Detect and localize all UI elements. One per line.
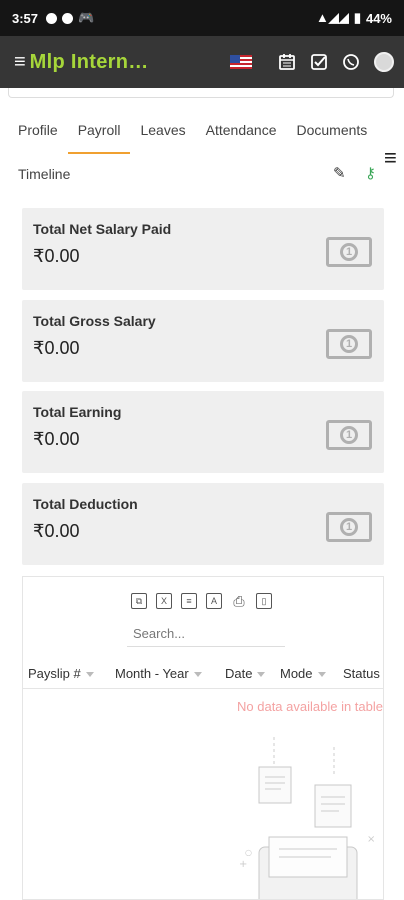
menu-icon[interactable]: ≡: [14, 51, 26, 74]
sort-icon: [85, 672, 94, 677]
summary-card-deduction: Total Deduction ₹0.00 1: [22, 483, 384, 565]
side-menu-icon[interactable]: ≡: [384, 145, 397, 171]
summary-card-value: ₹0.00: [33, 246, 80, 266]
battery-icon: ▮: [353, 10, 361, 25]
status-bar: 3:57 🎮 ▲◢◢ ▮ 44%: [0, 0, 404, 36]
svg-text:+: +: [239, 859, 247, 870]
columns-icon[interactable]: ▯: [256, 593, 272, 609]
column-header-status[interactable]: Status: [338, 653, 383, 688]
summary-card-label: Total Gross Salary: [33, 313, 156, 329]
column-header-month-year[interactable]: Month - Year: [110, 653, 220, 688]
signal-icon: ▲◢◢: [315, 10, 349, 25]
gamepad-icon: 🎮: [78, 10, 95, 25]
app-bar: ≡ Mlp Intern…: [0, 36, 404, 88]
excel-icon[interactable]: X: [156, 593, 172, 609]
summary-card-gross-salary: Total Gross Salary ₹0.00 1: [22, 300, 384, 382]
column-header-payslip[interactable]: Payslip #: [23, 653, 110, 688]
summary-card-value: ₹0.00: [33, 338, 80, 358]
us-flag-icon[interactable]: [230, 55, 252, 69]
export-toolbar: ⧉ X ≡ A ⎙ ▯: [131, 593, 272, 609]
avatar[interactable]: [374, 52, 394, 72]
column-header-date[interactable]: Date: [220, 653, 275, 688]
money-icon: 1: [326, 237, 372, 267]
tab-documents[interactable]: Documents: [286, 114, 377, 154]
summary-card-value: ₹0.00: [33, 521, 80, 541]
tab-attendance[interactable]: Attendance: [196, 114, 287, 154]
app-title: Mlp Intern…: [29, 50, 149, 73]
chat-icon: [62, 12, 74, 24]
money-icon: 1: [326, 329, 372, 359]
whatsapp-icon[interactable]: [342, 53, 360, 71]
battery-level: 44%: [365, 10, 392, 26]
key-icon[interactable]: ⚷: [365, 164, 376, 182]
status-time: 3:57: [12, 10, 39, 26]
pencil-icon[interactable]: ✎: [333, 164, 346, 182]
sort-icon: [257, 672, 266, 677]
search-input[interactable]: [127, 621, 285, 647]
summary-card-label: Total Net Salary Paid: [33, 221, 172, 237]
summary-card-earning: Total Earning ₹0.00 1: [22, 391, 384, 473]
profile-card-edge: [8, 88, 394, 98]
checkbox-icon[interactable]: [310, 53, 328, 71]
svg-text:×: ×: [367, 834, 375, 845]
tab-profile[interactable]: Profile: [8, 114, 68, 154]
summary-card-label: Total Deduction: [33, 496, 138, 512]
tab-leaves[interactable]: Leaves: [130, 114, 195, 154]
empty-state-illustration-icon: + × ○: [239, 737, 375, 899]
sort-icon: [317, 672, 326, 677]
message-icon: [46, 12, 58, 24]
payslip-table: ⧉ X ≡ A ⎙ ▯ Payslip # Month - Year Date …: [22, 576, 384, 900]
svg-text:○: ○: [245, 848, 252, 857]
money-icon: 1: [326, 512, 372, 542]
table-header: Payslip # Month - Year Date Mode Status: [23, 653, 383, 689]
money-icon: 1: [326, 420, 372, 450]
summary-card-net-salary: Total Net Salary Paid ₹0.00 1: [22, 208, 384, 290]
pdf-icon[interactable]: A: [206, 593, 222, 609]
tab-payroll[interactable]: Payroll: [67, 114, 131, 154]
summary-card-label: Total Earning: [33, 404, 122, 420]
timeline-link[interactable]: Timeline: [18, 166, 70, 182]
csv-icon[interactable]: ≡: [181, 593, 197, 609]
sort-icon: [193, 672, 202, 677]
print-icon[interactable]: ⎙: [231, 593, 247, 609]
main-content: Profile Payroll Leaves Attendance Docume…: [0, 88, 404, 900]
column-header-mode[interactable]: Mode: [275, 653, 338, 688]
tab-bar: Profile Payroll Leaves Attendance Docume…: [8, 114, 404, 154]
calendar-icon[interactable]: [278, 53, 296, 71]
summary-card-value: ₹0.00: [33, 429, 80, 449]
empty-table-message: No data available in table: [237, 699, 383, 714]
copy-icon[interactable]: ⧉: [131, 593, 147, 609]
